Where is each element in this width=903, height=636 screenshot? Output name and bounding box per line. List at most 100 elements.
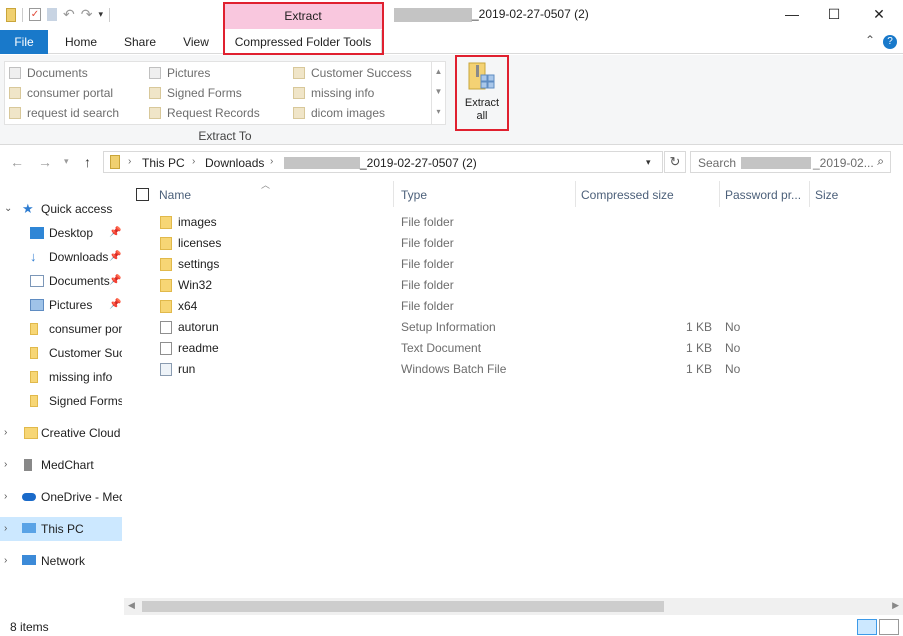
nav-item-pictures[interactable]: Pictures 📌: [0, 293, 122, 317]
nav-item-documents[interactable]: Documents 📌: [0, 269, 122, 293]
tab-home[interactable]: Home: [56, 30, 106, 54]
scroll-down-icon[interactable]: ▼: [432, 82, 445, 102]
forward-arrow-icon[interactable]: →: [38, 154, 52, 170]
pin-icon[interactable]: 📌: [109, 269, 121, 293]
file-row[interactable]: Win32 File folder: [124, 275, 903, 296]
folder-icon: [149, 107, 161, 119]
nav-item-missing-info[interactable]: missing info: [0, 365, 122, 389]
documents-icon: [30, 275, 44, 287]
recent-locations-icon[interactable]: ▾: [64, 156, 69, 167]
file-row[interactable]: x64 File folder: [124, 296, 903, 317]
details-view-icon[interactable]: [857, 619, 877, 635]
file-row[interactable]: licenses File folder: [124, 233, 903, 254]
address-bar[interactable]: › This PC › Downloads › _2019-02-27-0507…: [103, 151, 663, 173]
column-header-size[interactable]: Size: [815, 183, 875, 207]
help-button[interactable]: ?: [883, 35, 897, 49]
nav-item-consumer-portal[interactable]: consumer portal: [0, 317, 122, 341]
nav-item-quick-access[interactable]: ⌄ ★ Quick access: [0, 197, 122, 221]
pictures-icon: [149, 67, 161, 79]
file-row[interactable]: run Windows Batch File 1 KB No: [124, 359, 903, 380]
column-divider[interactable]: [575, 181, 576, 207]
search-box[interactable]: Search _2019-02... ⌕: [690, 151, 891, 173]
minimize-button[interactable]: —: [780, 4, 804, 26]
column-header-type[interactable]: Type: [401, 183, 571, 207]
column-divider[interactable]: [809, 181, 810, 207]
gallery-expand-icon[interactable]: ▾: [432, 102, 445, 122]
nav-item-onedrive[interactable]: › OneDrive - MedChart: [0, 485, 122, 509]
new-folder-icon[interactable]: [47, 8, 57, 21]
customize-qat-icon[interactable]: ▾: [98, 9, 103, 20]
chevron-right-icon[interactable]: ›: [4, 421, 7, 445]
breadcrumb-this-pc[interactable]: This PC: [142, 156, 185, 170]
select-all-checkbox[interactable]: [136, 188, 149, 201]
collapse-ribbon-button[interactable]: ⌃: [865, 33, 875, 47]
nav-item-desktop[interactable]: Desktop 📌: [0, 221, 122, 245]
file-row[interactable]: settings File folder: [124, 254, 903, 275]
chevron-right-icon[interactable]: ›: [4, 549, 7, 573]
redo-icon[interactable]: ↷: [81, 6, 93, 23]
back-arrow-icon[interactable]: ←: [10, 154, 24, 170]
gallery-scrollbar[interactable]: ▲ ▼ ▾: [431, 62, 445, 124]
chevron-down-icon[interactable]: ⌄: [4, 197, 12, 221]
tab-share[interactable]: Share: [114, 30, 166, 54]
pin-icon[interactable]: 📌: [109, 221, 121, 245]
nav-item-network[interactable]: › Network: [0, 549, 122, 573]
redacted-path-block: [284, 157, 360, 169]
folder-icon: [9, 107, 21, 119]
gallery-item-documents[interactable]: Documents: [9, 66, 88, 80]
up-arrow-icon[interactable]: ↑: [84, 154, 91, 170]
maximize-button[interactable]: ☐: [822, 4, 846, 26]
chevron-right-icon[interactable]: ›: [4, 485, 7, 509]
extract-all-button[interactable]: Extract all: [458, 59, 506, 127]
gallery-item-request-id-search[interactable]: request id search: [9, 106, 119, 120]
extract-all-icon: [467, 61, 497, 93]
properties-icon[interactable]: ✓: [29, 8, 41, 21]
large-icons-view-icon[interactable]: [879, 619, 899, 635]
undo-icon[interactable]: ↶: [63, 6, 75, 23]
refresh-icon[interactable]: ↻: [664, 151, 686, 173]
pin-icon[interactable]: 📌: [109, 245, 121, 269]
scroll-right-icon[interactable]: ▶: [892, 600, 899, 611]
folder-icon: [293, 67, 305, 79]
column-header-password-protected[interactable]: Password pr...: [725, 183, 807, 207]
column-divider[interactable]: [719, 181, 720, 207]
nav-item-creative-cloud[interactable]: › Creative Cloud Files: [0, 421, 122, 445]
folder-icon: [160, 258, 172, 271]
gallery-item-missing-info[interactable]: missing info: [293, 86, 374, 100]
breadcrumb-current-folder[interactable]: _2019-02-27-0507 (2): [360, 156, 477, 170]
tab-file[interactable]: File: [0, 30, 48, 54]
breadcrumb-downloads[interactable]: Downloads: [205, 156, 264, 170]
scroll-left-icon[interactable]: ◀: [128, 600, 135, 611]
gallery-item-dicom-images[interactable]: dicom images: [293, 106, 385, 120]
gallery-item-customer-success[interactable]: Customer Success: [293, 66, 412, 80]
gallery-item-request-records[interactable]: Request Records: [149, 106, 260, 120]
nav-item-medchart[interactable]: › MedChart: [0, 453, 122, 477]
column-divider[interactable]: [393, 181, 394, 207]
nav-item-signed-forms[interactable]: Signed Forms: [0, 389, 122, 413]
close-button[interactable]: ✕: [867, 4, 891, 26]
scroll-up-icon[interactable]: ▲: [432, 62, 445, 82]
nav-item-downloads[interactable]: ↓ Downloads 📌: [0, 245, 122, 269]
file-row[interactable]: images File folder: [124, 212, 903, 233]
pin-icon[interactable]: 📌: [109, 293, 121, 317]
folder-icon: [30, 347, 38, 359]
address-dropdown-icon[interactable]: ▾: [646, 157, 651, 168]
tab-compressed-folder-tools[interactable]: Compressed Folder Tools: [224, 30, 382, 54]
column-header-compressed-size[interactable]: Compressed size: [581, 183, 716, 207]
gallery-item-signed-forms[interactable]: Signed Forms: [149, 86, 242, 100]
file-row[interactable]: readme Text Document 1 KB No: [124, 338, 903, 359]
gallery-item-consumer-portal[interactable]: consumer portal: [9, 86, 113, 100]
extract-to-group-label: Extract To: [198, 129, 252, 143]
nav-item-customer-success[interactable]: Customer Success: [0, 341, 122, 365]
nav-item-this-pc[interactable]: › This PC: [0, 517, 122, 541]
gallery-item-pictures[interactable]: Pictures: [149, 66, 210, 80]
search-icon[interactable]: ⌕: [877, 154, 884, 169]
title-bar: ✓ ↶ ↷ ▾ Extract _2019-02-27-0507 (2) — ☐…: [0, 0, 903, 30]
horizontal-scrollbar[interactable]: ◀ ▶: [124, 598, 903, 615]
chevron-right-icon[interactable]: ›: [4, 517, 7, 541]
chevron-right-icon[interactable]: ›: [4, 453, 7, 477]
scrollbar-thumb[interactable]: [142, 601, 664, 612]
file-row[interactable]: autorun Setup Information 1 KB No: [124, 317, 903, 338]
column-header-name[interactable]: Name: [159, 183, 389, 207]
tab-view[interactable]: View: [174, 30, 218, 54]
